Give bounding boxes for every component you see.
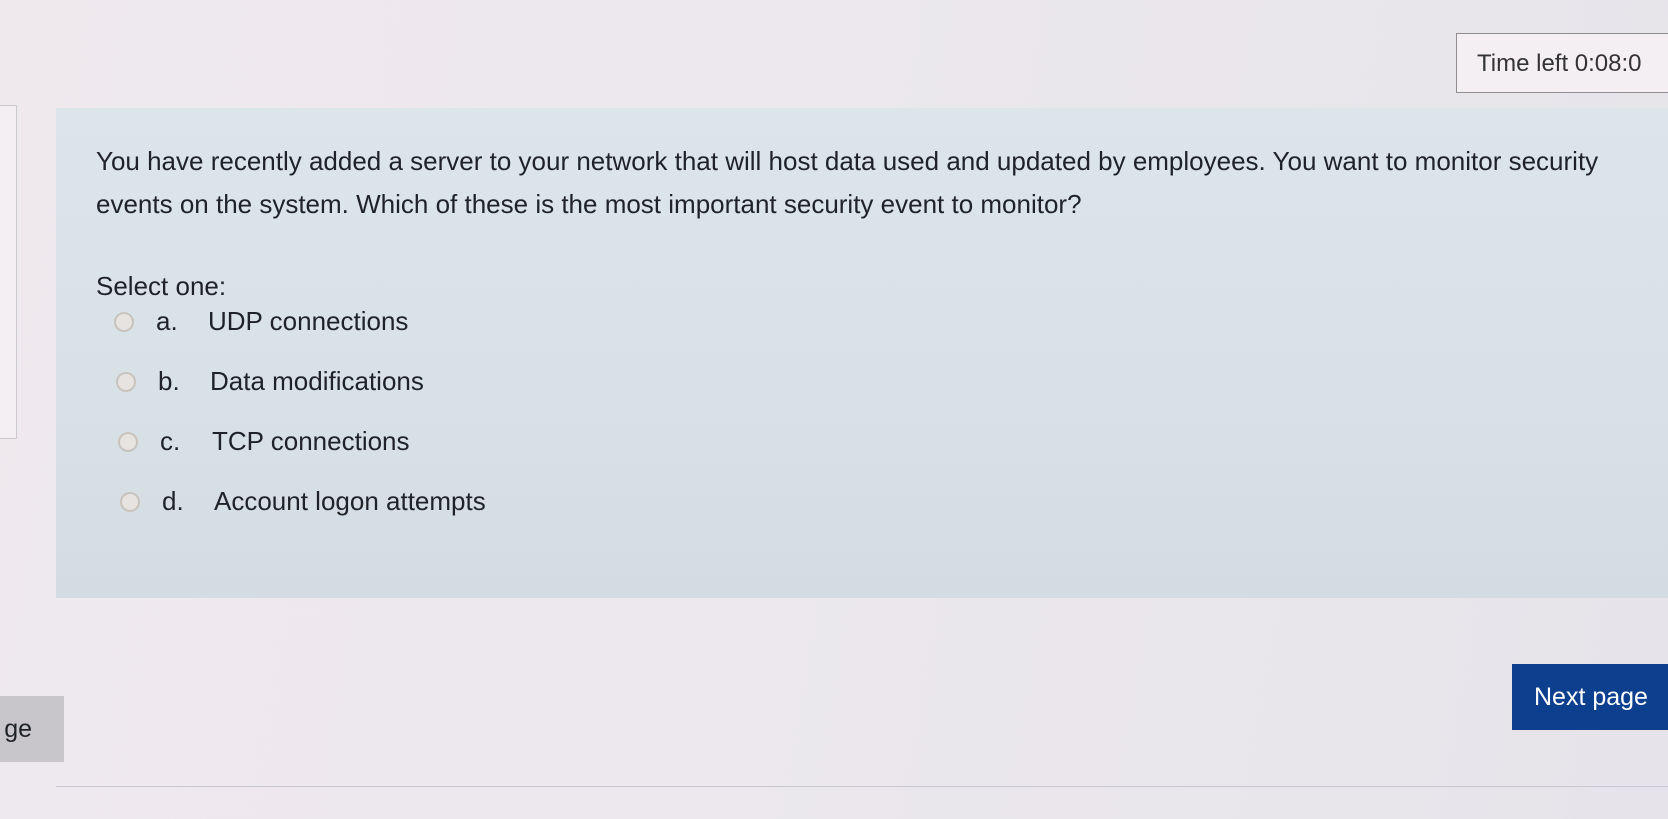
radio-button-icon[interactable] xyxy=(116,371,136,392)
previous-page-button[interactable]: ge xyxy=(0,696,64,762)
next-page-button[interactable]: Next page xyxy=(1512,664,1668,730)
time-left-text: Time left 0:08:0 xyxy=(1477,50,1642,77)
option-c[interactable]: c. TCP connections xyxy=(118,426,410,457)
option-label: TCP connections xyxy=(212,426,410,456)
question-container: You have recently added a server to your… xyxy=(56,108,1668,598)
option-d[interactable]: d. Account logon attempts xyxy=(120,486,486,517)
radio-button-icon[interactable] xyxy=(120,491,140,512)
option-a[interactable]: a. UDP connections xyxy=(114,306,408,337)
footer-divider xyxy=(56,786,1668,787)
select-one-prompt: Select one: xyxy=(96,271,227,301)
time-left-box: Time left 0:08:0 xyxy=(1456,33,1668,93)
question-text: You have recently added a server to your… xyxy=(96,146,1599,219)
option-label: UDP connections xyxy=(208,306,409,336)
option-label: Account logon attempts xyxy=(214,486,486,516)
option-letter: c. xyxy=(160,426,181,456)
option-letter: d. xyxy=(162,486,184,516)
option-letter: a. xyxy=(156,306,178,336)
left-panel-edge xyxy=(0,105,17,439)
option-b[interactable]: b. Data modifications xyxy=(116,366,424,397)
option-letter: b. xyxy=(158,366,180,396)
radio-button-icon[interactable] xyxy=(114,311,134,332)
option-label: Data modifications xyxy=(210,366,424,396)
radio-button-icon[interactable] xyxy=(118,431,138,452)
